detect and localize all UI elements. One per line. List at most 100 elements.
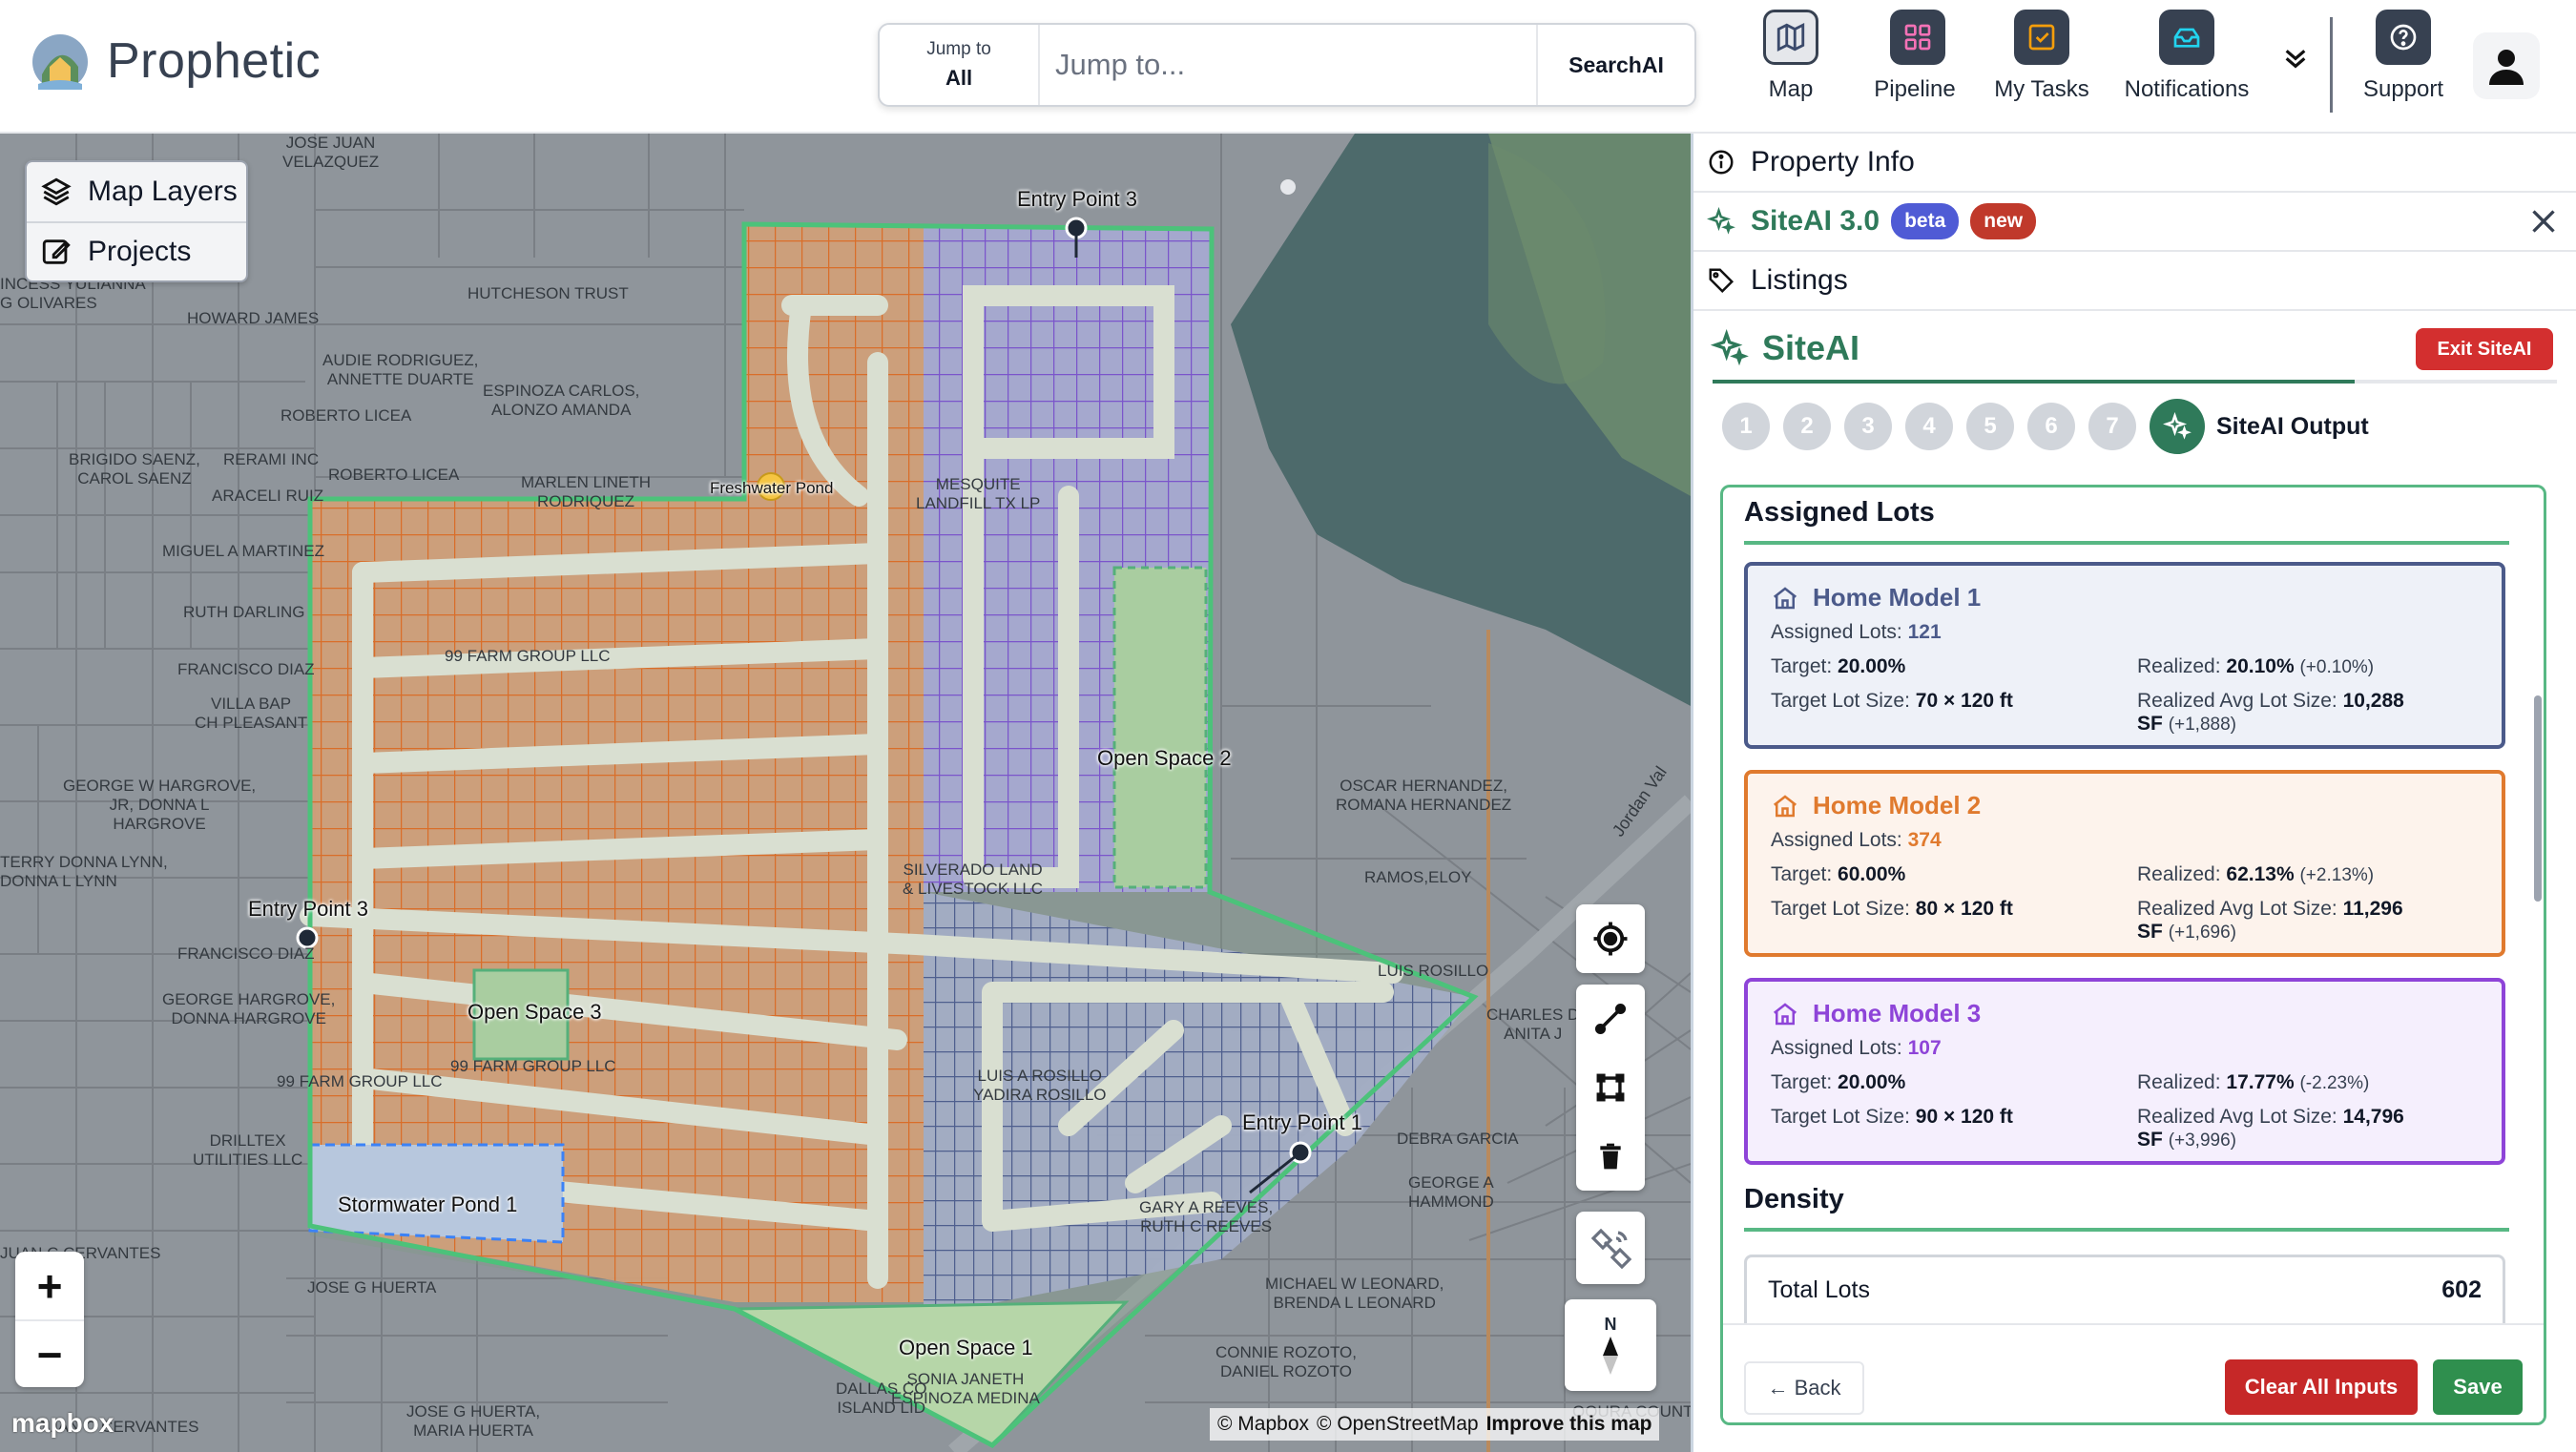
owner-label: SILVERADO LAND & LIVESTOCK LLC <box>903 861 1044 898</box>
assigned-lots-label: Assigned Lots: <box>1771 829 1902 851</box>
mapbox-logo[interactable]: mapbox <box>11 1408 114 1439</box>
satellite-toggle[interactable] <box>1576 1212 1645 1284</box>
home-model-card[interactable]: Home Model 1 Assigned Lots: 121 Target: … <box>1744 562 2505 749</box>
target-lot-size-value: 80 × 120 ft <box>1915 898 2013 920</box>
owner-label: DRILLTEX UTILITIES LLC <box>193 1131 303 1169</box>
owner-label: GEORGE A HAMMOND <box>1408 1173 1494 1211</box>
exit-siteai-button[interactable]: Exit SiteAI <box>2416 328 2553 370</box>
property-info-tab[interactable]: Property Info <box>1693 134 2576 193</box>
siteai-title: SiteAI <box>1762 328 1860 367</box>
listings-label: Listings <box>1751 264 1848 296</box>
map-layers-button[interactable]: Map Layers <box>27 162 246 221</box>
target-lot-size-line: Target Lot Size: 90 × 120 ft <box>1771 1106 2013 1129</box>
realized-line: Realized: 17.77% (-2.23%) <box>2137 1071 2369 1094</box>
chevron-double-down-icon[interactable] <box>2280 42 2311 73</box>
back-button[interactable]: ← Back <box>1744 1361 1864 1415</box>
home-model-name: Home Model 2 <box>1813 791 1982 819</box>
assigned-lots-label: Assigned Lots: <box>1771 1037 1902 1059</box>
projects-button[interactable]: Projects <box>27 221 246 280</box>
tag-icon <box>1709 268 1735 294</box>
step-1-button[interactable]: 1 <box>1722 403 1770 450</box>
output-scroll-area[interactable]: Assigned Lots Home Model 1 Assigned Lots… <box>1723 487 2544 1323</box>
line-tool-icon <box>1594 1003 1627 1035</box>
entry-point-1-label: Entry Point 1 <box>1242 1110 1362 1134</box>
clear-all-inputs-button[interactable]: Clear All Inputs <box>2225 1359 2418 1415</box>
sparkle-icon <box>1711 329 1749 366</box>
satellite-button[interactable] <box>1576 1212 1645 1284</box>
target-value: 60.00% <box>1838 863 1906 885</box>
user-avatar[interactable] <box>2473 32 2540 99</box>
siteai-output-label: SiteAI Output <box>2216 412 2369 440</box>
nav-map[interactable]: Map <box>1761 10 1820 116</box>
assigned-lots-line: Assigned Lots: 121 <box>1771 621 1942 644</box>
nav-notifications[interactable]: Notifications <box>2118 10 2255 116</box>
nav-pipeline[interactable]: Pipeline <box>1874 10 1956 116</box>
draw-polygon-button[interactable] <box>1576 1053 1645 1122</box>
home-icon <box>1773 586 1797 609</box>
realized-label: Realized: <box>2137 655 2221 677</box>
target-label: Target: <box>1771 655 1833 677</box>
edit-square-icon <box>42 239 71 264</box>
home-model-card[interactable]: Home Model 3 Assigned Lots: 107 Target: … <box>1744 978 2505 1165</box>
locate-tool[interactable] <box>1576 904 1645 973</box>
step-5-button[interactable]: 5 <box>1966 403 2014 450</box>
brand-name[interactable]: Prophetic <box>107 32 321 90</box>
assigned-lots-value: 107 <box>1907 1037 1942 1059</box>
realized-avg-label: Realized Avg Lot Size: <box>2137 1106 2337 1128</box>
delete-shape-button[interactable] <box>1576 1122 1645 1191</box>
target-lot-size-label: Target Lot Size: <box>1771 1106 1910 1128</box>
step-7-button[interactable]: 7 <box>2088 403 2136 450</box>
listings-tab[interactable]: Listings <box>1693 252 2576 311</box>
app-root: Prophetic Jump to All SearchAI Map Pipel… <box>0 0 2576 1452</box>
nav-my-tasks[interactable]: My Tasks <box>1994 10 2089 116</box>
realized-line: Realized: 20.10% (+0.10%) <box>2137 655 2374 678</box>
prophetic-logo-icon[interactable] <box>29 29 92 95</box>
step-4-button[interactable]: 4 <box>1905 403 1953 450</box>
target-line: Target: 20.00% <box>1771 1071 1905 1094</box>
polygon-tool-icon <box>1596 1073 1625 1102</box>
map-canvas[interactable]: Entry Point 3 Entry Point 3 Entry Point … <box>0 134 1691 1452</box>
crosshair-icon <box>1593 922 1628 956</box>
zoom-out-button[interactable]: − <box>15 1319 84 1387</box>
jump-to-input[interactable] <box>1040 25 1536 105</box>
realized-delta: (+2.13%) <box>2299 865 2375 885</box>
assigned-lots-heading: Assigned Lots <box>1744 497 1935 528</box>
siteai-progress-fill <box>1713 380 2355 384</box>
mapbox-attribution-link[interactable]: © Mapbox <box>1217 1413 1309 1436</box>
nav-divider <box>2330 17 2333 113</box>
step-3-button[interactable]: 3 <box>1844 403 1892 450</box>
step-2-button[interactable]: 2 <box>1783 403 1831 450</box>
osm-attribution-link[interactable]: © OpenStreetMap <box>1317 1413 1479 1436</box>
owner-label: DEBRA GARCIA <box>1397 1130 1519 1148</box>
entry-point-3-top-label: Entry Point 3 <box>1017 187 1137 211</box>
owner-label: ROBERTO LICEA <box>328 466 460 484</box>
nav-support[interactable]: Support <box>2360 10 2446 116</box>
map-attribution: © Mapbox © OpenStreetMap Improve this ma… <box>1210 1408 1660 1441</box>
realized-avg-unit-line: SF (+1,888) <box>2137 713 2236 736</box>
output-scrollbar[interactable] <box>2534 695 2542 902</box>
siteai-tab[interactable]: SiteAI 3.0 beta new <box>1693 193 2576 252</box>
owner-label: HOWARD JAMES <box>187 309 320 327</box>
step-6-button[interactable]: 6 <box>2027 403 2075 450</box>
siteai-footer: ← Back Clear All Inputs Save <box>1723 1323 2544 1422</box>
searchai-button[interactable]: SearchAI <box>1536 25 1694 105</box>
compass-button[interactable]: N <box>1565 1299 1656 1391</box>
locate-button[interactable] <box>1576 904 1645 973</box>
siteai-version-label: SiteAI 3.0 <box>1751 205 1880 237</box>
draw-line-button[interactable] <box>1576 985 1645 1053</box>
close-icon[interactable] <box>2526 204 2561 239</box>
realized-avg-value: 10,288 <box>2342 690 2404 712</box>
siteai-output-step-button[interactable] <box>2150 399 2205 454</box>
projects-label: Projects <box>88 236 192 267</box>
improve-map-link[interactable]: Improve this map <box>1486 1413 1652 1436</box>
zoom-in-button[interactable]: + <box>15 1252 84 1319</box>
density-heading: Density <box>1744 1184 1844 1214</box>
home-model-card[interactable]: Home Model 2 Assigned Lots: 374 Target: … <box>1744 770 2505 957</box>
realized-avg-unit: SF <box>2137 713 2163 735</box>
search-scope-select[interactable]: Jump to All <box>880 25 1040 105</box>
nav-support-label: Support <box>2362 76 2444 102</box>
target-line: Target: 60.00% <box>1771 863 1905 886</box>
save-button[interactable]: Save <box>2433 1359 2523 1415</box>
realized-avg-unit-line: SF (+3,996) <box>2137 1129 2236 1151</box>
open-space-3-label: Open Space 3 <box>467 1000 602 1024</box>
